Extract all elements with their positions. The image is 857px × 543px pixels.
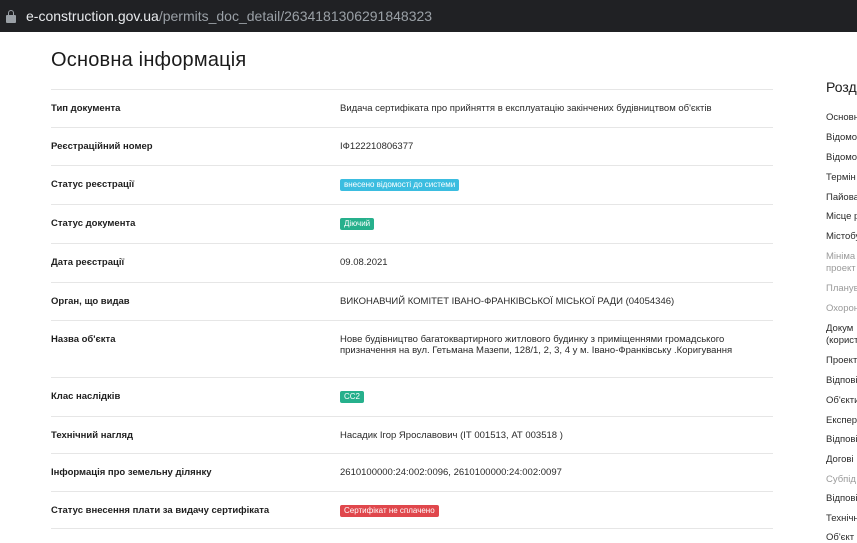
info-row-label: Клас наслідків [51, 391, 121, 402]
sidebar-section-link[interactable]: Відомо [826, 132, 857, 143]
info-row-value: Сертифікат не сплачено [340, 492, 773, 528]
info-row-value: Насадик Ігор Ярославович (ІТ 001513, АТ … [340, 430, 563, 441]
sidebar-section-link[interactable]: Термін [826, 172, 856, 183]
sidebar-section-link[interactable]: Охорон [826, 303, 857, 314]
info-row: Клас наслідків СС2 [51, 378, 773, 417]
info-row-value: ІФ122210806377 [340, 141, 414, 152]
info-row: Статус внесення плати за видачу сертифік… [51, 492, 773, 529]
info-row-value: 2610100000:24:002:0096, 2610100000:24:00… [340, 467, 562, 478]
sidebar-section-link[interactable]: Планув [826, 283, 857, 294]
info-row-label: Статус документа [51, 218, 136, 229]
info-row: Статус реєстрації внесено відомості до си… [51, 166, 773, 205]
sidebar-section-link[interactable]: Відпові [826, 493, 857, 504]
browser-url-bar[interactable]: e-construction.gov.ua/permits_doc_detail… [0, 0, 857, 32]
info-row-label: Назва об'єкта [51, 334, 116, 345]
info-table: Тип документа Видача сертифіката про прий… [51, 89, 773, 529]
sidebar-section-link[interactable]: Відомо [826, 152, 857, 163]
info-row-value: 09.08.2021 [340, 257, 388, 268]
info-row: Орган, що видав ВИКОНАВЧИЙ КОМІТЕТ ІВАНО-… [51, 283, 773, 321]
info-row: Реєстраційний номер ІФ122210806377 [51, 128, 773, 166]
info-row-label: Тип документа [51, 103, 121, 114]
status-badge: Сертифікат не сплачено [340, 505, 439, 517]
sidebar-section-link[interactable]: Проект [826, 355, 857, 366]
sidebar-section-link[interactable]: Експер [826, 415, 857, 426]
sidebar-section-link[interactable]: Догові [826, 454, 854, 465]
sidebar-section-link[interactable]: Докум [826, 323, 853, 334]
info-row-label: Орган, що видав [51, 296, 130, 307]
info-row-value: Видача сертифіката про прийняття в експл… [340, 103, 712, 114]
sidebar-section-link[interactable]: (корист [826, 335, 857, 346]
info-row: Статус документа Діючий [51, 205, 773, 244]
sidebar-section-link[interactable]: Відпові [826, 375, 857, 386]
sidebar-section-link[interactable]: проект [826, 263, 856, 274]
info-row-label: Статус внесення плати за видачу сертифік… [51, 505, 270, 516]
url-path: /permits_doc_detail/2634181306291848323 [158, 8, 433, 24]
sidebar-section-link[interactable]: Відпові [826, 434, 857, 445]
sidebar-section-link[interactable]: Місце р [826, 211, 857, 222]
sidebar-section-link[interactable]: Основн [826, 112, 857, 123]
status-badge: Діючий [340, 218, 375, 230]
info-row-label: Інформація про земельну ділянку [51, 467, 212, 478]
info-row: Технічний нагляд Насадик Ігор Ярославович… [51, 417, 773, 454]
info-row: Тип документа Видача сертифіката про прий… [51, 90, 773, 128]
info-row-label: Реєстраційний номер [51, 141, 153, 152]
info-row-label: Статус реєстрації [51, 179, 135, 190]
sidebar-section-link[interactable]: Об'єкти [826, 395, 857, 406]
info-row-label: Технічний нагляд [51, 430, 134, 441]
info-row-value: СС2 [340, 378, 773, 416]
info-row-value: внесено відомості до системи [340, 166, 773, 204]
page-title: Основна інформація [51, 49, 247, 71]
info-row: Дата реєстрації 09.08.2021 [51, 244, 773, 283]
info-row-value: ВИКОНАВЧИЙ КОМІТЕТ ІВАНО-ФРАНКІВСЬКОЇ МІ… [340, 296, 675, 307]
sidebar-section-link[interactable]: Пайова [826, 192, 857, 203]
info-row-value: Діючий [340, 205, 773, 243]
sidebar-heading: Розд [826, 79, 857, 95]
status-badge: СС2 [340, 391, 365, 403]
info-row: Назва об'єкта Нове будівництво багатоквар… [51, 321, 773, 378]
status-badge: внесено відомості до системи [340, 179, 460, 191]
sidebar-section-link[interactable]: Об'єкт [826, 532, 854, 543]
info-row: Інформація про земельну ділянку 261010000… [51, 454, 773, 492]
url-domain: e-construction.gov.ua [26, 8, 159, 24]
sidebar-section-link[interactable]: Містобу [826, 231, 857, 242]
info-row-label: Дата реєстрації [51, 257, 125, 268]
sidebar-section-link[interactable]: Субпід [826, 474, 856, 485]
lock-icon[interactable] [6, 9, 16, 23]
sidebar-section-link[interactable]: Мініма [826, 251, 855, 262]
sidebar-section-link[interactable]: Технічн [826, 513, 857, 524]
info-row-value: Нове будівництво багатоквартирного житло… [340, 334, 733, 356]
